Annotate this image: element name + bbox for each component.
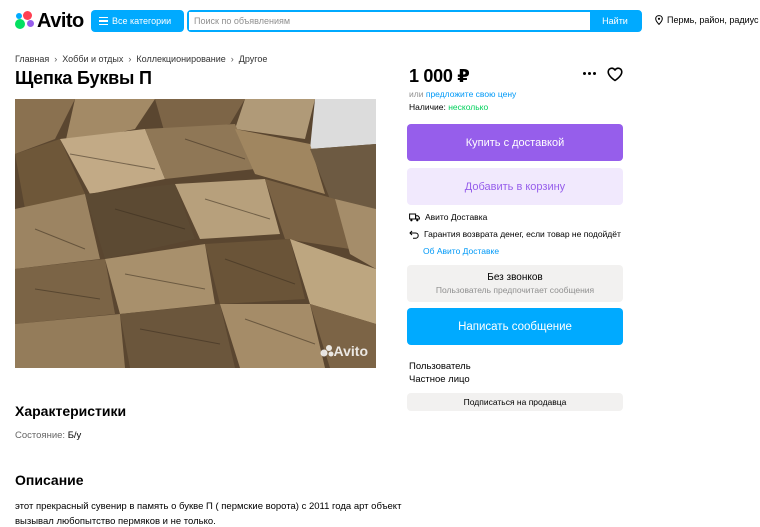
offer-price-link[interactable]: предложите свою цену (426, 89, 516, 99)
avito-watermark: Avito (320, 343, 368, 359)
price-offer: или предложите свою цену (409, 89, 516, 99)
search-input[interactable] (189, 12, 590, 30)
availability: Наличие: несколько (409, 102, 488, 112)
logo-dots-icon (15, 11, 35, 31)
offer-prefix: или (409, 89, 424, 99)
avito-logo[interactable]: Avito (15, 10, 84, 32)
return-arrow-icon (409, 230, 419, 239)
all-categories-label: Все категории (112, 16, 172, 26)
location-selector[interactable]: Пермь, район, радиус (655, 15, 759, 25)
no-calls-notice: Без звонков Пользователь предпочитает со… (407, 265, 623, 302)
delivery-text: Авито Доставка (425, 212, 488, 222)
price: 1 000 ₽ (409, 66, 470, 86)
chevron-right-icon: › (128, 54, 132, 64)
seller-name[interactable]: Пользователь (409, 360, 471, 373)
description-text: этот прекрасный сувенир в память о букве… (15, 501, 402, 527)
chevron-right-icon: › (230, 54, 234, 64)
seller-type: Частное лицо (409, 374, 470, 385)
watermark-dots-icon (320, 345, 334, 357)
search-bar: Найти (187, 10, 642, 32)
more-options-icon[interactable] (583, 72, 596, 75)
condition-label: Состояние: (15, 430, 66, 441)
breadcrumb-item-other[interactable]: Другое (239, 54, 268, 64)
description-heading: Описание (15, 472, 84, 488)
availability-label: Наличие: (409, 102, 446, 112)
truck-icon (409, 213, 420, 221)
map-pin-icon (655, 15, 663, 25)
page-title: Щепка Буквы П (15, 68, 152, 88)
condition-value: Б/у (67, 430, 82, 441)
condition-row: Состояние: Б/у (15, 430, 81, 441)
location-text: Пермь, район, радиус (667, 15, 759, 25)
chevron-right-icon: › (54, 54, 58, 64)
subscribe-seller-button[interactable]: Подписаться на продавца (407, 393, 623, 411)
guarantee-info: Гарантия возврата денег, если товар не п… (409, 229, 621, 239)
buy-with-delivery-button[interactable]: Купить с доставкой (407, 124, 623, 161)
seller-info: Пользователь Частное лицо (409, 360, 471, 386)
characteristics-heading: Характеристики (15, 403, 127, 419)
heart-icon[interactable] (607, 67, 623, 82)
about-delivery-link[interactable]: Об Авито Доставке (423, 246, 499, 256)
delivery-info: Авито Доставка (409, 212, 487, 222)
breadcrumb-item-collecting[interactable]: Коллекционирование (136, 54, 225, 64)
no-calls-title: Без звонков (487, 272, 543, 283)
breadcrumb-item-hobby[interactable]: Хобби и отдых (62, 54, 123, 64)
logo-text: Avito (37, 9, 84, 32)
listing-photo[interactable]: Avito (15, 99, 376, 368)
guarantee-text: Гарантия возврата денег, если товар не п… (424, 229, 621, 239)
search-button[interactable]: Найти (590, 12, 640, 30)
add-to-cart-button[interactable]: Добавить в корзину (407, 168, 623, 205)
all-categories-button[interactable]: Все категории (91, 10, 184, 32)
breadcrumb: Главная › Хобби и отдых › Коллекциониров… (15, 54, 267, 64)
no-calls-subtitle: Пользователь предпочитает сообщения (435, 285, 595, 295)
breadcrumb-item-home[interactable]: Главная (15, 54, 49, 64)
wood-chips-image (15, 99, 376, 368)
header: Avito Все категории Найти Пермь, район, … (0, 0, 760, 44)
availability-value: несколько (448, 102, 489, 112)
menu-icon (99, 17, 108, 25)
watermark-text: Avito (333, 343, 368, 359)
write-message-button[interactable]: Написать сообщение (407, 308, 623, 345)
